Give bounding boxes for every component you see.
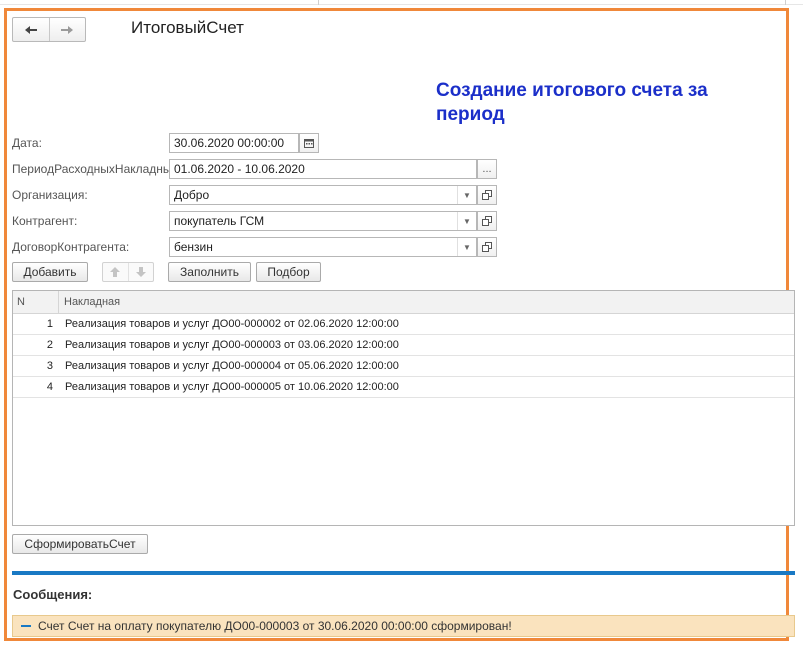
date-field[interactable]: 30.06.2020 00:00:00 bbox=[169, 133, 299, 153]
counterparty-field[interactable]: покупатель ГСМ ▼ bbox=[169, 211, 477, 231]
open-form-icon bbox=[482, 190, 492, 200]
back-button[interactable] bbox=[13, 18, 49, 41]
organization-open-button[interactable] bbox=[477, 185, 497, 205]
message-marker-icon bbox=[21, 625, 31, 627]
column-header-n[interactable]: N bbox=[13, 291, 59, 313]
row-invoice: Реализация товаров и услуг ДО00-000004 о… bbox=[65, 360, 399, 372]
message-text: Счет Счет на оплату покупателю ДО00-0000… bbox=[38, 619, 512, 633]
generate-invoice-button[interactable]: СформироватьСчет bbox=[12, 534, 148, 554]
calendar-button[interactable] bbox=[299, 133, 319, 153]
date-value: 30.06.2020 00:00:00 bbox=[174, 136, 285, 150]
period-value: 01.06.2020 - 10.06.2020 bbox=[174, 162, 305, 176]
counterparty-open-button[interactable] bbox=[477, 211, 497, 231]
arrow-left-icon bbox=[24, 25, 37, 34]
move-buttons bbox=[102, 262, 154, 282]
window-top-border bbox=[0, 4, 803, 5]
annotation-caption: Создание итогового счета за период bbox=[436, 80, 708, 125]
messages-title: Сообщения: bbox=[13, 587, 93, 602]
arrow-right-icon bbox=[61, 25, 74, 34]
open-form-icon bbox=[482, 242, 492, 252]
table-row[interactable]: 3 Реализация товаров и услуг ДО00-000004… bbox=[13, 356, 794, 377]
row-number: 4 bbox=[46, 381, 53, 393]
contract-label: ДоговорКонтрагента: bbox=[12, 240, 130, 254]
table-body: 1 Реализация товаров и услуг ДО00-000002… bbox=[13, 314, 794, 398]
arrow-up-icon bbox=[110, 267, 121, 277]
contract-open-button[interactable] bbox=[477, 237, 497, 257]
table-row[interactable]: 4 Реализация товаров и услуг ДО00-000005… bbox=[13, 377, 794, 398]
period-select-button[interactable]: ... bbox=[477, 159, 497, 179]
row-invoice: Реализация товаров и услуг ДО00-000002 о… bbox=[65, 318, 399, 330]
table-row[interactable]: 1 Реализация товаров и услуг ДО00-000002… bbox=[13, 314, 794, 335]
arrow-down-icon bbox=[135, 267, 146, 277]
window-divider bbox=[785, 0, 786, 5]
table-header: N Накладная bbox=[13, 291, 794, 314]
open-form-icon bbox=[482, 216, 492, 226]
navigation-buttons bbox=[12, 17, 86, 42]
dropdown-icon[interactable]: ▼ bbox=[457, 212, 476, 230]
date-label: Дата: bbox=[12, 136, 42, 150]
contract-value: бензин bbox=[174, 240, 213, 254]
contract-field[interactable]: бензин ▼ bbox=[169, 237, 477, 257]
row-number: 2 bbox=[46, 339, 53, 351]
counterparty-label: Контрагент: bbox=[12, 214, 78, 228]
invoices-table[interactable]: N Накладная 1 Реализация товаров и услуг… bbox=[12, 290, 795, 526]
message-item[interactable]: Счет Счет на оплату покупателю ДО00-0000… bbox=[12, 615, 795, 637]
organization-field[interactable]: Добро ▼ bbox=[169, 185, 477, 205]
calendar-icon bbox=[304, 139, 314, 148]
row-number: 1 bbox=[46, 318, 53, 330]
add-button[interactable]: Добавить bbox=[12, 262, 88, 282]
counterparty-value: покупатель ГСМ bbox=[174, 214, 265, 228]
organization-label: Организация: bbox=[12, 188, 88, 202]
organization-value: Добро bbox=[174, 188, 210, 202]
period-label: ПериодРасходныхНакладных: bbox=[12, 162, 181, 176]
move-down-button[interactable] bbox=[127, 263, 154, 281]
column-header-invoice[interactable]: Накладная bbox=[59, 296, 120, 308]
row-invoice: Реализация товаров и услуг ДО00-000003 о… bbox=[65, 339, 399, 351]
window-divider bbox=[318, 0, 319, 5]
move-up-button[interactable] bbox=[103, 263, 128, 281]
dropdown-icon[interactable]: ▼ bbox=[457, 186, 476, 204]
row-invoice: Реализация товаров и услуг ДО00-000005 о… bbox=[65, 381, 399, 393]
messages-divider bbox=[12, 571, 795, 575]
row-number: 3 bbox=[46, 360, 53, 372]
period-field[interactable]: 01.06.2020 - 10.06.2020 bbox=[169, 159, 477, 179]
fill-button[interactable]: Заполнить bbox=[168, 262, 251, 282]
table-row[interactable]: 2 Реализация товаров и услуг ДО00-000003… bbox=[13, 335, 794, 356]
forward-button[interactable] bbox=[48, 18, 86, 41]
dropdown-icon[interactable]: ▼ bbox=[457, 238, 476, 256]
form-title: ИтоговыйСчет bbox=[131, 18, 244, 37]
select-button[interactable]: Подбор bbox=[256, 262, 321, 282]
